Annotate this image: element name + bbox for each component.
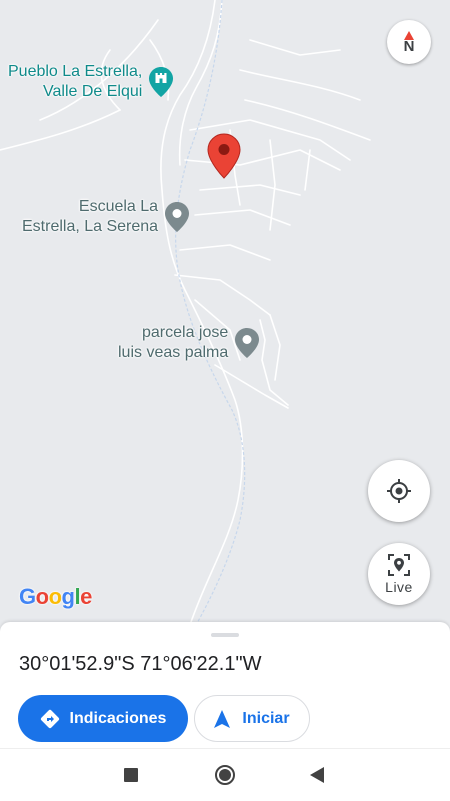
start-button[interactable]: Iniciar: [194, 695, 310, 742]
castle-pin-icon: [149, 67, 174, 97]
bottom-sheet[interactable]: 30°01'52.9"S 71°06'22.1"W Indicaciones I…: [0, 622, 450, 748]
place-label: Escuela La Estrella, La Serena: [22, 197, 158, 237]
sheet-drag-handle[interactable]: [211, 633, 239, 637]
recents-square-icon: [124, 768, 138, 782]
start-label: Iniciar: [242, 709, 290, 727]
back-triangle-icon: [310, 767, 324, 783]
recents-button[interactable]: [119, 763, 143, 787]
home-circle-icon: [215, 765, 235, 785]
place-label-line2: Valle De Elqui: [43, 83, 143, 100]
location-pin-icon: [165, 202, 190, 232]
coordinates-text: 30°01'52.9"S 71°06'22.1"W: [19, 653, 262, 675]
compass-label: N: [403, 37, 415, 55]
dropped-pin-icon[interactable]: [207, 133, 241, 179]
place-label-line2: Estrella, La Serena: [22, 218, 159, 235]
place-label: parcela jose luis veas palma: [118, 323, 228, 363]
location-pin-icon: [235, 328, 260, 358]
place-label-line1: parcela jose: [142, 324, 229, 341]
crosshair-icon: [387, 479, 411, 503]
home-button[interactable]: [213, 763, 237, 787]
live-label: Live: [385, 579, 413, 595]
place-parcela-jose-luis[interactable]: parcela jose luis veas palma: [118, 323, 260, 363]
directions-button[interactable]: Indicaciones: [18, 695, 188, 742]
place-label-line1: Pueblo La Estrella,: [8, 63, 143, 80]
back-button[interactable]: [305, 763, 329, 787]
place-label-line1: Escuela La: [78, 198, 159, 215]
place-pueblo-la-estrella[interactable]: Pueblo La Estrella, Valle De Elqui: [8, 62, 174, 102]
place-label: Pueblo La Estrella, Valle De Elqui: [8, 62, 142, 102]
live-view-icon: [388, 554, 410, 576]
compass-button[interactable]: N: [387, 20, 431, 64]
directions-icon: [40, 709, 59, 728]
live-view-button[interactable]: Live: [368, 543, 430, 605]
map-view[interactable]: Pueblo La Estrella, Valle De Elqui Escue…: [0, 0, 450, 625]
place-label-line2: luis veas palma: [118, 344, 229, 361]
directions-label: Indicaciones: [69, 709, 167, 727]
navigation-arrow-icon: [214, 709, 231, 728]
place-escuela-la-estrella[interactable]: Escuela La Estrella, La Serena: [22, 197, 190, 237]
google-logo: Google: [19, 584, 92, 609]
my-location-button[interactable]: [368, 460, 430, 522]
android-nav-bar: [0, 748, 450, 801]
